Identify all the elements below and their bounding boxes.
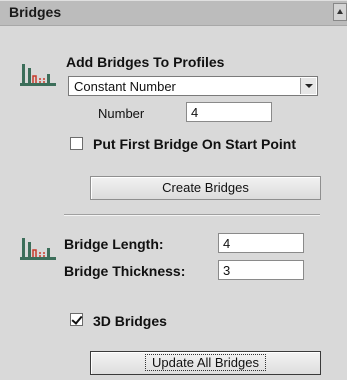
first-bridge-start-label: Put First Bridge On Start Point — [93, 136, 297, 152]
bridge-mode-value: Constant Number — [74, 79, 176, 94]
chevron-down-icon[interactable] — [300, 78, 316, 94]
panel-title: Bridges — [9, 4, 62, 20]
section-divider — [64, 214, 320, 216]
3d-bridges-checkbox[interactable] — [70, 313, 83, 326]
bridge-settings-icon — [20, 238, 56, 260]
bridge-thickness-label: Bridge Thickness: — [64, 263, 186, 279]
3d-bridges-label: 3D Bridges — [93, 313, 167, 329]
bridges-panel: Bridges Add Bridges To Profiles Constant… — [0, 0, 347, 380]
first-bridge-start-checkbox[interactable] — [70, 137, 83, 150]
bridge-length-label: Bridge Length: — [64, 236, 164, 252]
collapse-icon[interactable] — [333, 3, 347, 21]
update-all-bridges-label: Update All Bridges — [145, 354, 266, 371]
number-input[interactable]: 4 — [186, 102, 272, 122]
update-all-bridges-button[interactable]: Update All Bridges — [90, 351, 321, 375]
create-bridges-label: Create Bridges — [162, 180, 249, 195]
bridge-tool-icon — [20, 64, 56, 86]
panel-title-bar: Bridges — [0, 0, 347, 26]
bridge-thickness-input[interactable]: 3 — [218, 260, 304, 280]
bridge-length-input[interactable]: 4 — [218, 233, 304, 253]
add-bridges-label: Add Bridges To Profiles — [66, 54, 225, 70]
number-label: Number — [98, 106, 145, 121]
bridge-mode-dropdown[interactable]: Constant Number — [68, 76, 318, 96]
create-bridges-button[interactable]: Create Bridges — [90, 176, 321, 200]
